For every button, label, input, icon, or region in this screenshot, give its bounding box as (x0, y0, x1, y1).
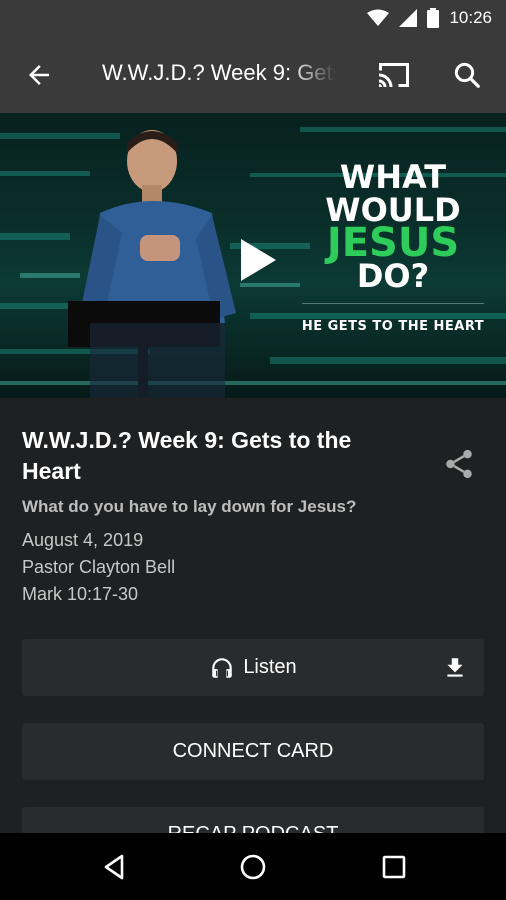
sermon-subtitle: What do you have to lay down for Jesus? (22, 497, 357, 516)
promo-line-4: DO? (356, 257, 430, 295)
promo-line-1: WHAT (339, 158, 447, 196)
connect-card-label: CONNECT CARD (172, 740, 334, 762)
promo-tagline: HE GETS TO THE HEART (301, 319, 485, 334)
promo-divider (302, 303, 484, 304)
listen-label: Listen (243, 656, 297, 678)
play-icon[interactable] (230, 235, 280, 285)
system-navigation-bar (0, 833, 506, 900)
battery-icon (427, 8, 440, 28)
search-icon[interactable] (452, 60, 482, 90)
sermon-title: W.W.J.D.? Week 9: Gets to the Heart (22, 427, 352, 484)
nav-back-icon[interactable] (100, 853, 128, 881)
promo-graphic: WHAT WOULD JESUS DO? HE GETS TO THE HEAR… (288, 161, 498, 343)
status-time: 10:26 (449, 8, 492, 27)
app-bar-title: W.W.J.D.? Week 9: Gets to the Heart (102, 60, 336, 85)
listen-button[interactable]: Listen (22, 639, 484, 696)
sermon-details: W.W.J.D.? Week 9: Gets to the Heart What… (22, 425, 486, 608)
share-icon[interactable] (442, 445, 476, 483)
promo-line-3: JESUS (326, 220, 460, 266)
app-bar: W.W.J.D.? Week 9: Gets to the Heart (0, 36, 506, 113)
signal-icon (399, 9, 418, 27)
video-thumbnail[interactable]: WHAT WOULD JESUS DO? HE GETS TO THE HEAR… (0, 113, 506, 398)
sermon-meta: August 4, 2019 Pastor Clayton Bell Mark … (22, 527, 486, 608)
download-icon[interactable] (442, 655, 468, 681)
sermon-speaker: Pastor Clayton Bell (22, 557, 176, 577)
status-bar: 10:26 (0, 0, 506, 36)
headphones-icon (212, 657, 233, 678)
cast-icon[interactable] (376, 59, 412, 91)
sermon-date: August 4, 2019 (22, 530, 144, 550)
back-arrow-icon[interactable] (24, 60, 54, 90)
nav-recents-icon[interactable] (380, 853, 408, 881)
sermon-scripture: Mark 10:17-30 (22, 584, 139, 604)
wifi-icon (367, 9, 390, 26)
nav-home-icon[interactable] (239, 853, 267, 881)
connect-card-button[interactable]: CONNECT CARD (22, 723, 484, 780)
